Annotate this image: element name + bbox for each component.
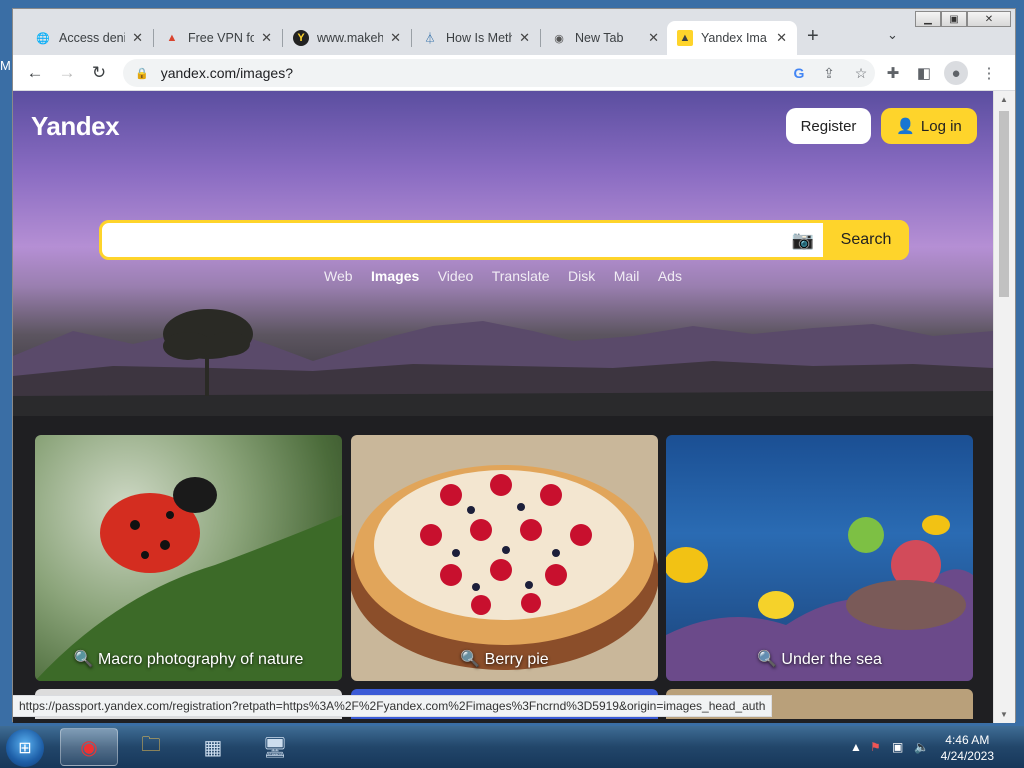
search-button[interactable]: Search <box>823 220 909 260</box>
url-text: yandex.com/images? <box>160 65 293 81</box>
forward-icon[interactable]: → <box>55 61 79 85</box>
status-bar-url: https://passport.yandex.com/registration… <box>13 695 773 717</box>
card-caption: 🔍 Macro photography of nature <box>73 651 304 668</box>
google-icon[interactable]: G <box>787 59 811 87</box>
desktop-icon-label: M <box>0 58 11 73</box>
minimize-button[interactable]: ▁ <box>915 11 941 27</box>
address-bar[interactable]: 🔒 yandex.com/images? G ⇪ ☆ <box>123 59 875 87</box>
chrome-icon: ◉ <box>80 736 98 759</box>
reload-icon[interactable]: ↻ <box>87 61 111 85</box>
taskbar-control-panel[interactable]: ▦ <box>184 728 242 766</box>
close-icon[interactable]: ✕ <box>261 30 272 46</box>
new-tab-button[interactable]: + <box>807 25 819 48</box>
reef-image <box>666 515 973 681</box>
vpn-icon: ▲ <box>166 32 178 44</box>
tab-title: How Is Meth <box>446 31 512 45</box>
scroll-down-icon[interactable]: ▼ <box>1000 710 1008 719</box>
services-nav: Web Images Video Translate Disk Mail Ads <box>13 268 993 286</box>
service-ads[interactable]: Ads <box>658 268 682 284</box>
hero-banner: Yandex Register 👤 Log in 📷 Search Web Im… <box>13 91 993 416</box>
y-icon: Y <box>293 30 309 46</box>
browser-toolbar: ← → ↻ 🔒 yandex.com/images? G ⇪ ☆ ✚ ◧ ● ⋮ <box>13 55 1015 91</box>
service-disk[interactable]: Disk <box>568 268 595 284</box>
mountains-image <box>13 309 993 416</box>
menu-icon[interactable]: ⋮ <box>977 61 1001 85</box>
card-caption: 🔍 Under the sea <box>757 651 882 668</box>
maximize-button[interactable]: ▣ <box>941 11 967 27</box>
service-web[interactable]: Web <box>324 268 353 284</box>
login-button[interactable]: 👤 Log in <box>881 108 977 144</box>
start-button[interactable]: ⊞ <box>6 729 44 767</box>
close-icon[interactable]: ✕ <box>132 30 143 46</box>
system-tray: ▲ ⚑ ▣ 🔈 4:46 AM 4/24/2023 <box>824 726 1024 768</box>
card-under-sea[interactable]: 🔍 Under the sea <box>666 435 973 681</box>
tab-strip: 🌐 Access deni ✕ ▲ Free VPN fo ✕ Y www.ma… <box>13 9 1015 55</box>
user-icon: 👤 <box>896 118 915 135</box>
browser-window: 🌐 Access deni ✕ ▲ Free VPN fo ✕ Y www.ma… <box>12 8 1016 723</box>
tab-how-is-meth[interactable]: ⏃ How Is Meth ✕ <box>412 21 541 55</box>
service-images[interactable]: Images <box>371 268 419 284</box>
taskbar-chrome[interactable]: ◉ <box>60 728 118 766</box>
network-icon[interactable]: ▣ <box>892 740 903 754</box>
chevron-down-icon[interactable]: ⌄ <box>887 27 898 43</box>
tab-title: Free VPN fo <box>188 31 254 45</box>
clock-time: 4:46 AM <box>945 733 990 747</box>
extensions-icon[interactable]: ✚ <box>881 61 905 85</box>
tab-title: www.makeh <box>317 31 383 45</box>
flag-icon[interactable]: ⚑ <box>870 740 881 754</box>
search-bar: 📷 Search <box>99 220 909 260</box>
close-icon[interactable]: ✕ <box>648 30 659 46</box>
folder-icon: 🗀 <box>141 734 161 756</box>
control-panel-icon: ▦ <box>203 736 223 759</box>
share-icon[interactable]: ⇪ <box>817 59 841 87</box>
ladybug-image <box>35 477 342 681</box>
close-icon[interactable]: ✕ <box>776 30 787 46</box>
tab-yandex-images[interactable]: ▲ Yandex Ima ✕ <box>667 21 797 55</box>
yandex-logo[interactable]: Yandex <box>31 111 120 142</box>
globe-icon: 🌐 <box>36 32 50 45</box>
scroll-up-icon[interactable]: ▲ <box>1000 95 1008 104</box>
tab-makeh[interactable]: Y www.makeh ✕ <box>283 21 412 55</box>
clock[interactable]: 4:46 AM 4/24/2023 <box>941 732 994 764</box>
taskbar: ⊞ ◉ 🗀 ▦ 🖥 ▲ ⚑ ▣ 🔈 4:46 AM 4/24/2023 <box>0 726 1024 768</box>
chevron-up-icon[interactable]: ▲ <box>850 740 862 754</box>
service-translate[interactable]: Translate <box>492 268 550 284</box>
lock-icon: 🔒 <box>135 67 149 80</box>
profile-icon[interactable]: ● <box>944 61 968 85</box>
taskbar-network[interactable]: 🖥 <box>246 728 304 766</box>
card-macro[interactable]: 🔍 Macro photography of nature <box>35 435 342 681</box>
image-icon: ▲ <box>677 30 693 46</box>
page-viewport: Yandex Register 👤 Log in 📷 Search Web Im… <box>13 91 993 723</box>
close-icon[interactable]: ✕ <box>390 30 401 46</box>
tab-title: New Tab <box>575 31 624 45</box>
chrome-icon: ◉ <box>554 32 564 45</box>
scrollbar[interactable]: ▲ ▼ <box>993 91 1015 723</box>
berry-pie-image <box>351 465 658 670</box>
card-caption: 🔍 Berry pie <box>460 651 549 668</box>
service-video[interactable]: Video <box>438 268 474 284</box>
register-button[interactable]: Register <box>786 108 871 144</box>
tab-title: Access deni <box>59 31 125 45</box>
taskbar-explorer[interactable]: 🗀 <box>122 728 180 766</box>
tab-free-vpn[interactable]: ▲ Free VPN fo ✕ <box>154 21 283 55</box>
search-input[interactable] <box>102 223 782 257</box>
star-icon[interactable]: ☆ <box>849 59 873 87</box>
window-close-button[interactable]: ✕ <box>967 11 1011 27</box>
tab-new-tab[interactable]: ◉ New Tab ✕ <box>541 21 669 55</box>
back-icon[interactable]: ← <box>23 61 47 85</box>
flask-icon: ⏃ <box>424 33 436 45</box>
tab-access-denied[interactable]: 🌐 Access deni ✕ <box>25 21 154 55</box>
camera-icon[interactable]: 📷 <box>792 229 814 251</box>
side-panel-icon[interactable]: ◧ <box>912 61 936 85</box>
close-icon[interactable]: ✕ <box>519 30 530 46</box>
card-berry-pie[interactable]: 🔍 Berry pie <box>351 435 658 681</box>
monitor-icon: 🖥 <box>262 736 288 759</box>
service-mail[interactable]: Mail <box>614 268 640 284</box>
clock-date: 4/24/2023 <box>940 749 994 763</box>
scrollbar-thumb[interactable] <box>999 111 1009 297</box>
volume-icon[interactable]: 🔈 <box>914 740 929 754</box>
tab-title: Yandex Ima <box>701 31 767 45</box>
login-label: Log in <box>920 117 962 135</box>
